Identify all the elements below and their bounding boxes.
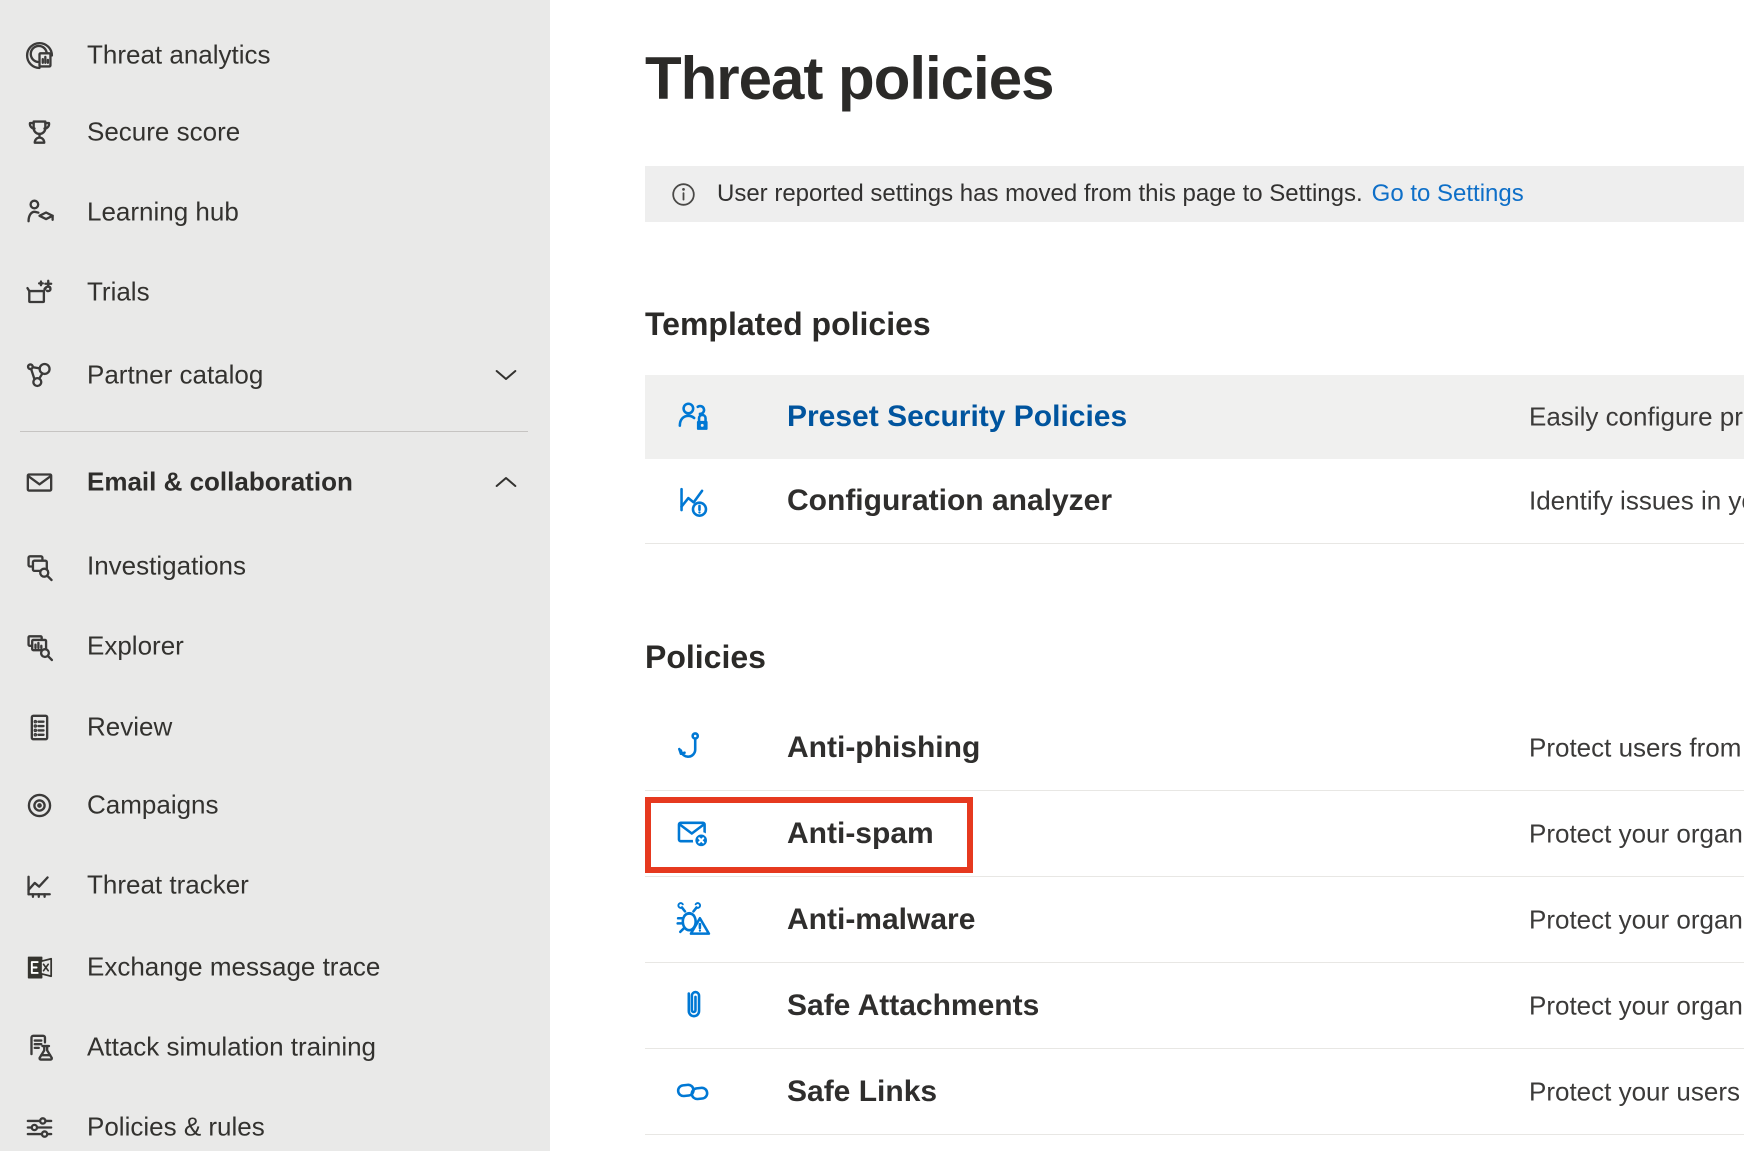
- row-description: Protect users from p: [1529, 732, 1744, 763]
- sidebar-item-attack-simulation-training[interactable]: Attack simulation training: [0, 1007, 550, 1087]
- row-description: Protect your users fr: [1529, 1076, 1744, 1107]
- row-label: Anti-phishing: [787, 731, 980, 765]
- row-label: Anti-malware: [787, 903, 975, 937]
- row-description: Protect your organiz: [1529, 904, 1744, 935]
- row-anti-spam[interactable]: Anti-spam Protect your organiz: [645, 791, 1744, 877]
- sidebar-item-email-collaboration[interactable]: Email & collaboration: [0, 442, 550, 522]
- safe-links-icon: [672, 1071, 714, 1113]
- info-icon: [667, 178, 700, 211]
- safe-attachments-icon: [672, 985, 714, 1027]
- row-anti-phishing[interactable]: Anti-phishing Protect users from p: [645, 705, 1744, 791]
- sidebar-item-exchange-message-trace[interactable]: Exchange message trace: [0, 927, 550, 1007]
- page-title: Threat policies: [645, 44, 1053, 113]
- attack-simulation-training-icon: [20, 1028, 58, 1066]
- sidebar-item-review[interactable]: Review: [0, 687, 550, 767]
- sidebar-item-label: Explorer: [87, 631, 184, 662]
- sidebar-item-label: Trials: [87, 277, 150, 308]
- sidebar-item-learning-hub[interactable]: Learning hub: [0, 172, 550, 252]
- row-anti-malware[interactable]: Anti-malware Protect your organiz: [645, 877, 1744, 963]
- sidebar-item-trials[interactable]: Trials: [0, 252, 550, 332]
- sidebar-item-policies-rules[interactable]: Policies & rules: [0, 1087, 550, 1167]
- policies-rules-icon: [20, 1108, 58, 1146]
- anti-phishing-icon: [672, 727, 714, 769]
- row-preset-security-policies[interactable]: Preset Security Policies Easily configur…: [645, 375, 1744, 459]
- exchange-message-trace-icon: [20, 948, 58, 986]
- sidebar-item-label: Policies & rules: [87, 1112, 265, 1143]
- sidebar-item-label: Partner catalog: [87, 360, 263, 391]
- sidebar-item-label: Secure score: [87, 117, 240, 148]
- sidebar-item-investigations[interactable]: Investigations: [0, 526, 550, 606]
- go-to-settings-link[interactable]: Go to Settings: [1372, 180, 1524, 208]
- row-label: Configuration analyzer: [787, 484, 1112, 518]
- info-banner: User reported settings has moved from th…: [645, 166, 1744, 222]
- row-safe-links[interactable]: Safe Links Protect your users fr: [645, 1049, 1744, 1135]
- section-heading-templated-policies: Templated policies: [645, 306, 931, 343]
- trials-icon: [20, 273, 58, 311]
- sidebar-item-label: Threat analytics: [87, 40, 271, 71]
- row-description: Easily configure prot: [1529, 402, 1744, 433]
- row-safe-attachments[interactable]: Safe Attachments Protect your organiz: [645, 963, 1744, 1049]
- sidebar-item-label: Threat tracker: [87, 870, 249, 901]
- sidebar-item-label: Exchange message trace: [87, 952, 380, 983]
- explorer-icon: [20, 627, 58, 665]
- partner-catalog-icon: [20, 356, 58, 394]
- row-label: Safe Links: [787, 1075, 937, 1109]
- threat-analytics-icon: [20, 36, 58, 74]
- sidebar-item-threat-tracker[interactable]: Threat tracker: [0, 845, 550, 925]
- main-content: Threat policies User reported settings h…: [550, 0, 1744, 1151]
- sidebar-item-label: Attack simulation training: [87, 1032, 376, 1063]
- learning-hub-icon: [20, 193, 58, 231]
- banner-message: User reported settings has moved from th…: [717, 180, 1363, 208]
- threat-tracker-icon: [20, 866, 58, 904]
- chevron-up-icon[interactable]: [490, 466, 522, 498]
- row-label: Preset Security Policies: [787, 400, 1127, 434]
- sidebar-item-label: Email & collaboration: [87, 467, 353, 498]
- sidebar-item-campaigns[interactable]: Campaigns: [0, 765, 550, 845]
- sidebar-item-label: Investigations: [87, 551, 246, 582]
- sidebar-item-label: Review: [87, 712, 172, 743]
- sidebar-nav: Threat analytics Secure score: [0, 0, 550, 1151]
- sidebar-item-secure-score[interactable]: Secure score: [0, 92, 550, 172]
- configuration-analyzer-icon: [672, 480, 714, 522]
- sidebar-item-label: Learning hub: [87, 197, 239, 228]
- anti-malware-icon: [672, 899, 714, 941]
- row-label: Anti-spam: [787, 817, 934, 851]
- row-description: Identify issues in you: [1529, 486, 1744, 517]
- row-description: Protect your organiz: [1529, 818, 1744, 849]
- chevron-down-icon[interactable]: [490, 359, 522, 391]
- email-collaboration-icon: [20, 463, 58, 501]
- anti-spam-icon: [672, 813, 714, 855]
- row-configuration-analyzer[interactable]: Configuration analyzer Identify issues i…: [645, 459, 1744, 544]
- row-description: Protect your organiz: [1529, 990, 1744, 1021]
- secure-score-icon: [20, 113, 58, 151]
- campaigns-icon: [20, 786, 58, 824]
- investigations-icon: [20, 547, 58, 585]
- sidebar-divider: [20, 431, 528, 432]
- sidebar-item-explorer[interactable]: Explorer: [0, 606, 550, 686]
- row-label: Safe Attachments: [787, 989, 1039, 1023]
- sidebar-item-threat-analytics[interactable]: Threat analytics: [0, 15, 550, 95]
- section-heading-policies: Policies: [645, 639, 766, 676]
- sidebar-item-label: Campaigns: [87, 790, 219, 821]
- preset-security-policies-icon: [672, 396, 714, 438]
- sidebar-item-partner-catalog[interactable]: Partner catalog: [0, 335, 550, 415]
- review-icon: [20, 708, 58, 746]
